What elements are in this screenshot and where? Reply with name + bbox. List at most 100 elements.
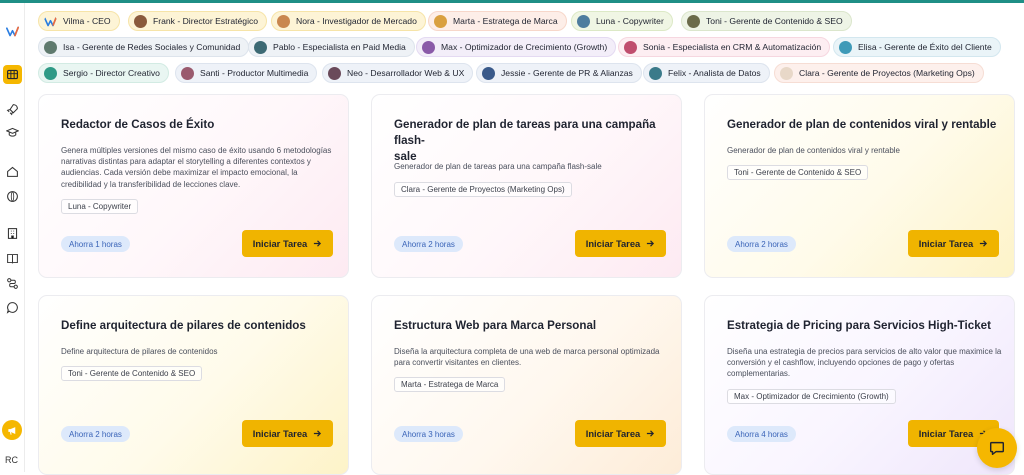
arrow-right-icon: [314, 240, 322, 247]
agent-chip[interactable]: Frank - Director Estratégico: [128, 11, 268, 31]
agent-chip-label: Elisa - Gerente de Éxito del Cliente: [858, 42, 992, 52]
app-logo-icon[interactable]: [4, 23, 21, 40]
agent-chip[interactable]: Felix - Analista de Datos: [643, 63, 770, 83]
agent-tag: Toni - Gerente de Contenido & SEO: [727, 165, 869, 180]
start-task-label: Iniciar Tarea: [252, 428, 308, 439]
avatar: [44, 40, 57, 54]
agent-chip[interactable]: Santi - Productor Multimedia: [175, 63, 318, 83]
agent-chip[interactable]: Elisa - Gerente de Éxito del Cliente: [833, 37, 1001, 57]
start-task-label: Iniciar Tarea: [252, 238, 308, 249]
start-task-label: Iniciar Tarea: [585, 428, 641, 439]
avatar: [254, 40, 267, 54]
avatar: [134, 14, 147, 28]
task-title: Estructura Web para Marca Personal: [394, 319, 597, 332]
time-saved-badge: Ahorra 3 horas: [394, 426, 463, 442]
chip-row: Vilma - CEO Frank - Director Estratégico…: [38, 11, 1008, 31]
arrow-right-icon: [314, 430, 322, 437]
agent-chip-label: Isa - Gerente de Redes Sociales y Comuni…: [63, 42, 241, 52]
task-title: Redactor de Casos de Éxito: [61, 118, 215, 131]
time-saved-badge: Ahorra 1 horas: [61, 236, 130, 252]
avatar: [624, 40, 637, 54]
agent-tag: Max - Optimizador de Crecimiento (Growth…: [727, 389, 896, 404]
avatar: [181, 66, 194, 80]
agent-tag: Clara - Gerente de Proyectos (Marketing …: [394, 182, 572, 197]
agent-chip-label: Neo - Desarrollador Web & UX: [347, 68, 465, 78]
user-avatar[interactable]: RC: [5, 455, 18, 465]
agent-chip[interactable]: Max - Optimizador de Crecimiento (Growth…: [416, 37, 617, 57]
start-task-button[interactable]: Iniciar Tarea: [575, 230, 666, 257]
avatar: [482, 66, 495, 80]
agent-chip[interactable]: Luna - Copywriter: [571, 11, 673, 31]
agent-chip-label: Pablo - Especialista en Paid Media: [273, 42, 406, 52]
globe-icon[interactable]: [4, 188, 21, 205]
avatar: [577, 14, 590, 28]
agent-chip[interactable]: Sonia - Especialista en CRM & Automatiza…: [618, 37, 831, 57]
rocket-icon[interactable]: [4, 101, 21, 118]
agent-chip-label: Marta - Estratega de Marca: [453, 16, 558, 26]
avatar: [44, 66, 57, 80]
avatar: [422, 40, 435, 54]
avatar: [780, 66, 793, 80]
agent-chip-label: Max - Optimizador de Crecimiento (Growth…: [441, 42, 608, 52]
arrow-right-icon: [647, 430, 655, 437]
start-task-label: Iniciar Tarea: [918, 238, 974, 249]
start-task-label: Iniciar Tarea: [585, 238, 641, 249]
chat-bubble-icon[interactable]: [4, 299, 21, 316]
agent-chip[interactable]: Clara - Gerente de Proyectos (Marketing …: [774, 63, 984, 83]
vilma-logo-icon: [44, 16, 57, 26]
agent-chip[interactable]: Isa - Gerente de Redes Sociales y Comuni…: [38, 37, 250, 57]
home-icon[interactable]: [4, 163, 21, 180]
agent-tag: Marta - Estratega de Marca: [394, 377, 506, 392]
agent-chip-label: Toni - Gerente de Contenido & SEO: [706, 16, 843, 26]
chip-row: Sergio - Director Creativo Santi - Produ…: [38, 63, 1008, 83]
task-card: Estructura Web para Marca Personal Diseñ…: [371, 295, 682, 475]
task-title: Generador de plan de contenidos viral y …: [727, 118, 997, 131]
time-saved-badge: Ahorra 2 horas: [61, 426, 130, 442]
agent-tag: Luna - Copywriter: [61, 199, 139, 214]
start-task-button[interactable]: Iniciar Tarea: [242, 420, 333, 447]
avatar: [434, 14, 447, 28]
agent-chip[interactable]: Toni - Gerente de Contenido & SEO: [681, 11, 852, 31]
route-icon[interactable]: [4, 275, 21, 292]
task-card: Generador de plan de tareas para una cam…: [371, 94, 682, 278]
agent-chip-label: Nora - Investigador de Mercado: [296, 16, 417, 26]
top-accent-line: [0, 0, 1024, 3]
chat-icon: [989, 441, 1005, 456]
agent-chip[interactable]: Jessie - Gerente de PR & Alianzas: [476, 63, 642, 83]
agent-chip-label: Jessie - Gerente de PR & Alianzas: [501, 68, 633, 78]
avatar: [839, 40, 852, 54]
task-title: Generador de plan de tareas para una cam…: [394, 118, 656, 163]
agent-chip-label: Vilma - CEO: [63, 16, 111, 26]
agent-chip-label: Santi - Productor Multimedia: [200, 68, 309, 78]
agent-chip-label: Felix - Analista de Datos: [668, 68, 761, 78]
task-card: Redactor de Casos de Éxito Genera múltip…: [38, 94, 349, 278]
task-card: Generador de plan de contenidos viral y …: [704, 94, 1015, 278]
start-task-button[interactable]: Iniciar Tarea: [575, 420, 666, 447]
agent-chip[interactable]: Pablo - Especialista en Paid Media: [248, 37, 415, 57]
building-icon[interactable]: [4, 225, 21, 242]
graduation-cap-icon[interactable]: [4, 124, 21, 141]
agent-chip[interactable]: Marta - Estratega de Marca: [428, 11, 567, 31]
book-icon[interactable]: [4, 250, 21, 267]
task-card: Define arquitectura de pilares de conten…: [38, 295, 349, 475]
agent-chip-label: Sergio - Director Creativo: [63, 68, 160, 78]
task-card: Estrategia de Pricing para Servicios Hig…: [704, 295, 1015, 475]
avatar: [649, 66, 662, 80]
start-task-button[interactable]: Iniciar Tarea: [908, 230, 999, 257]
agent-tag: Toni - Gerente de Contenido & SEO: [61, 366, 203, 381]
tasks-grid-icon[interactable]: [3, 65, 22, 84]
agent-chip[interactable]: Sergio - Director Creativo: [38, 63, 169, 83]
start-task-button[interactable]: Iniciar Tarea: [242, 230, 333, 257]
task-title: Define arquitectura de pilares de conten…: [61, 319, 306, 332]
avatar: [328, 66, 341, 80]
arrow-right-icon: [980, 240, 988, 247]
agent-chip-label: Frank - Director Estratégico: [153, 16, 259, 26]
support-chat-button[interactable]: [977, 428, 1017, 468]
task-description: Generador de plan de contenidos viral y …: [727, 146, 900, 155]
megaphone-icon[interactable]: [2, 420, 22, 440]
agent-chip[interactable]: Vilma - CEO: [38, 11, 120, 31]
agent-chip-label: Luna - Copywriter: [596, 16, 664, 26]
agent-chip-label: Clara - Gerente de Proyectos (Marketing …: [799, 68, 975, 78]
agent-chip[interactable]: Nora - Investigador de Mercado: [271, 11, 426, 31]
agent-chip[interactable]: Neo - Desarrollador Web & UX: [322, 63, 474, 83]
